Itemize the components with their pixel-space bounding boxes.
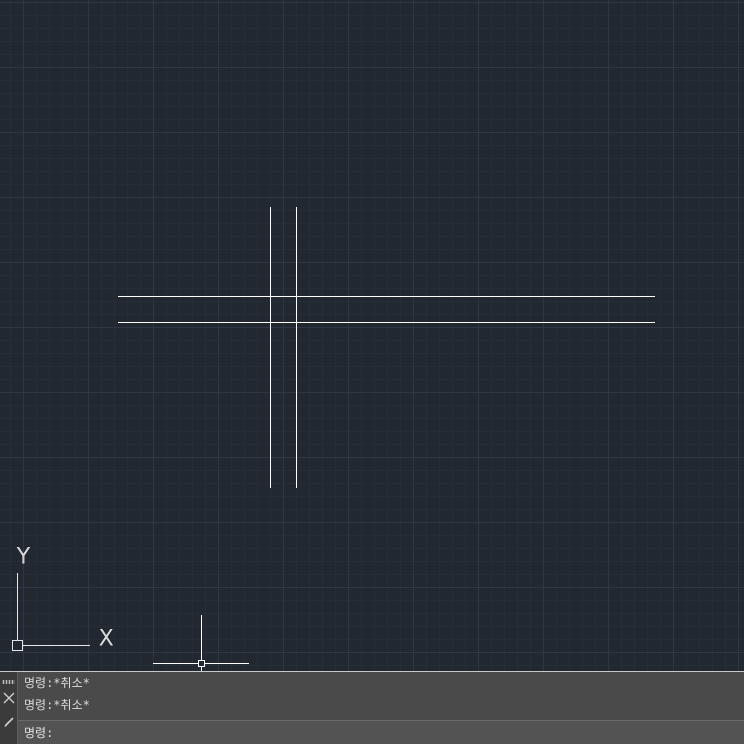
history-line: 명령:*취소* [24, 676, 90, 690]
command-prompt: 명령: [24, 726, 54, 740]
close-button[interactable] [0, 688, 17, 708]
pickbox [198, 660, 205, 667]
customize-button[interactable] [0, 712, 17, 732]
history-line: 명령:*취소* [24, 698, 90, 712]
ucs-x-label: X [99, 626, 113, 650]
ucs-icon[interactable] [12, 573, 91, 651]
command-history: 명령:*취소* 명령:*취소* [18, 672, 744, 720]
grip-icon[interactable] [2, 680, 15, 684]
ucs-origin-box [12, 640, 23, 651]
drawing-canvas[interactable]: Y X [0, 0, 744, 671]
customize-icon [4, 717, 14, 727]
command-input[interactable] [53, 722, 744, 743]
ucs-y-label: Y [17, 544, 30, 568]
command-input-row[interactable]: 명령: [18, 720, 744, 744]
crosshair-cursor [153, 615, 249, 671]
command-line-sidebar [0, 672, 18, 744]
drawing-entities[interactable] [118, 207, 655, 488]
close-icon [3, 692, 14, 704]
command-line-window[interactable]: 명령:*취소* 명령:*취소* 명령: [0, 671, 744, 744]
drawing-viewport[interactable]: Y X [0, 0, 744, 671]
